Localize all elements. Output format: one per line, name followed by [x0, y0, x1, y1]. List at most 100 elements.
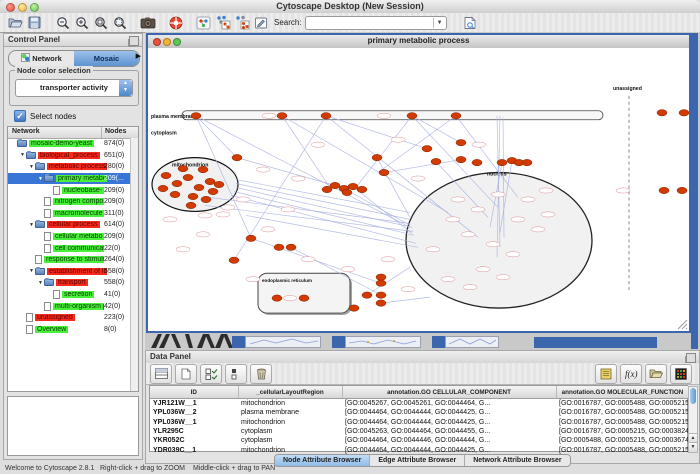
open-button[interactable]: [6, 14, 25, 31]
background-window-fragment[interactable]: [445, 336, 499, 348]
window-resize-grip[interactable]: [678, 320, 687, 329]
table-row[interactable]: YPL036W__2plasma membrane[GO:0044464, GO…: [150, 408, 689, 417]
zoom-in-button[interactable]: [72, 14, 91, 31]
select-nodes-checkbox[interactable]: ✓: [14, 110, 26, 122]
refresh-search-index-button[interactable]: [461, 14, 480, 31]
tree-row[interactable]: multi-organism pro42(0): [8, 300, 131, 312]
tree-row[interactable]: ▼transport558(0): [8, 277, 131, 289]
formula-builder-button[interactable]: f(x): [620, 364, 642, 384]
tree-row[interactable]: secretion41(0): [8, 289, 131, 301]
network-view-window[interactable]: primary metabolic process plasma membran…: [146, 33, 691, 333]
scroll-down-arrow[interactable]: ▼: [689, 442, 697, 452]
snapshot-button[interactable]: [138, 14, 157, 31]
col-go-molecular-function[interactable]: annotation.GO MOLECULAR_FUNCTION: [556, 386, 689, 399]
network-node[interactable]: [456, 156, 466, 162]
attribute-batch-button[interactable]: [225, 364, 247, 384]
network-node[interactable]: [229, 257, 239, 263]
select-attributes-button[interactable]: [200, 364, 222, 384]
node-color-select[interactable]: transporter activity ▲▼: [15, 79, 133, 97]
table-scrollbar-thumb[interactable]: [690, 388, 696, 404]
tree-row[interactable]: unassigned223(0): [8, 312, 131, 324]
network-node[interactable]: [422, 145, 432, 151]
network-node[interactable]: [376, 274, 386, 280]
network-node[interactable]: [472, 159, 482, 165]
network-node[interactable]: [407, 113, 417, 119]
network-node[interactable]: [321, 113, 331, 119]
table-scrollbar[interactable]: ▲ ▼: [688, 386, 698, 453]
background-window-titlebar[interactable]: [232, 336, 245, 348]
table-row[interactable]: YLR295Ccytoplasm[GO:0045263, GO:0044464,…: [150, 427, 689, 436]
create-network-from-selection-button[interactable]: [213, 14, 232, 31]
network-node[interactable]: [158, 185, 168, 191]
network-node[interactable]: [170, 191, 180, 197]
tree-expand-arrow[interactable]: ▼: [37, 280, 44, 286]
network-node[interactable]: [456, 139, 466, 145]
annotation-button[interactable]: [251, 14, 270, 31]
network-node[interactable]: [178, 165, 188, 171]
network-node[interactable]: [677, 187, 687, 193]
network-node[interactable]: [172, 180, 182, 186]
import-attributes-button[interactable]: [595, 364, 617, 384]
zoom-selected-region-button[interactable]: [110, 14, 129, 31]
network-node[interactable]: [376, 292, 386, 298]
tree-row[interactable]: ▼primary metabo209(...: [8, 173, 131, 185]
network-node[interactable]: [286, 244, 296, 250]
network-node[interactable]: [376, 300, 386, 306]
network-node[interactable]: [277, 113, 287, 119]
search-dropdown-arrow[interactable]: ▼: [433, 18, 446, 28]
network-node[interactable]: [372, 154, 382, 160]
network-node[interactable]: [679, 110, 689, 116]
network-node[interactable]: [379, 169, 389, 175]
tab-overflow-arrow[interactable]: ▶: [136, 52, 141, 60]
tree-row[interactable]: cell communicat22(0): [8, 242, 131, 254]
zoom-button[interactable]: [30, 3, 39, 12]
col-id[interactable]: ID: [150, 386, 238, 399]
zoom-fit-button[interactable]: [91, 14, 110, 31]
network-node[interactable]: [431, 158, 441, 164]
matrix-view-button[interactable]: [670, 364, 692, 384]
network-node[interactable]: [205, 178, 215, 184]
network-node[interactable]: [194, 184, 204, 190]
tree-row[interactable]: nucleobase-209(0): [8, 184, 131, 196]
tree-expand-arrow[interactable]: ▼: [28, 222, 35, 228]
network-node[interactable]: [451, 113, 461, 119]
table-row[interactable]: YKR052Ccytoplasm[GO:0044464, GO:0044446,…: [150, 436, 689, 445]
tab-network[interactable]: Network: [9, 51, 74, 66]
network-node[interactable]: [191, 113, 201, 119]
tree-expand-arrow[interactable]: ▼: [37, 176, 44, 182]
network-node[interactable]: [161, 172, 171, 178]
maximize-icon[interactable]: [173, 38, 181, 46]
network-node[interactable]: [186, 202, 196, 208]
delete-attribute-button[interactable]: [250, 364, 272, 384]
background-window-fragment[interactable]: [345, 336, 421, 348]
table-row[interactable]: YPL036W__1mitochondrion[GO:0044464, GO:0…: [150, 418, 689, 427]
network-node[interactable]: [342, 189, 352, 195]
birds-eye-view[interactable]: [7, 396, 139, 456]
help-button[interactable]: [166, 14, 185, 31]
network-node[interactable]: [348, 183, 358, 189]
network-node[interactable]: [322, 186, 332, 192]
background-window-titlebar[interactable]: [332, 336, 345, 348]
network-node[interactable]: [274, 244, 284, 250]
network-node[interactable]: [497, 159, 507, 165]
col-cellular-layout-region[interactable]: _cellularLayoutRegion: [238, 386, 342, 399]
network-node[interactable]: [522, 159, 532, 165]
network-node[interactable]: [357, 186, 367, 192]
minimize-button[interactable]: [18, 3, 27, 12]
tree-row[interactable]: mosaic-demo-yeast874(0): [8, 138, 131, 150]
zoom-out-button[interactable]: [53, 14, 72, 31]
tab-mosaic[interactable]: Mosaic: [74, 51, 139, 66]
col-go-cellular-component[interactable]: annotation.GO CELLULAR_COMPONENT: [342, 386, 556, 399]
tree-row[interactable]: ▼cellular process614(0): [8, 219, 131, 231]
network-node[interactable]: [659, 187, 669, 193]
network-node[interactable]: [349, 305, 359, 311]
background-window-titlebar[interactable]: [432, 336, 445, 348]
minimize-icon[interactable]: [163, 38, 171, 46]
create-network-from-selection-edges-button[interactable]: [232, 14, 251, 31]
network-window-titlebar[interactable]: primary metabolic process: [148, 35, 689, 49]
network-panel-button[interactable]: [194, 14, 213, 31]
table-row[interactable]: YJR121W__1mitochondrion[GO:0045267, GO:0…: [150, 399, 689, 409]
tree-scrollbar[interactable]: [130, 138, 138, 391]
network-node[interactable]: [188, 193, 198, 199]
close-icon[interactable]: [153, 38, 161, 46]
